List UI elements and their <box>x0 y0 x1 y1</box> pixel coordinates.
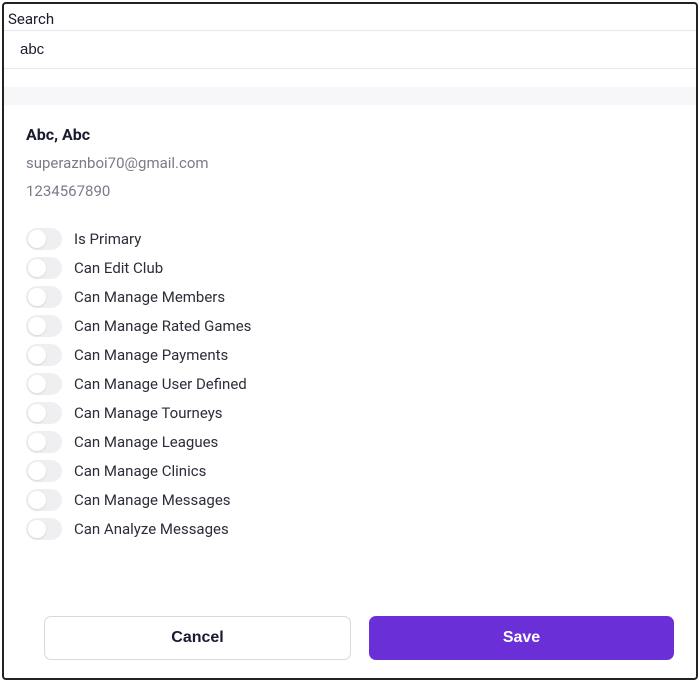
permission-row: Can Manage Members <box>26 286 674 308</box>
permissions-list: Is Primary Can Edit Club Can Manage Memb… <box>26 228 674 540</box>
detail-section: Abc, Abc superaznboi70@gmail.com 1234567… <box>4 105 696 606</box>
toggle-knob <box>28 462 46 480</box>
user-phone: 1234567890 <box>26 182 674 200</box>
toggle-can-edit-club[interactable] <box>26 257 62 279</box>
permission-label: Can Edit Club <box>74 259 163 277</box>
permission-label: Is Primary <box>74 230 141 248</box>
permission-row: Can Edit Club <box>26 257 674 279</box>
toggle-knob <box>28 346 46 364</box>
toggle-knob <box>28 404 46 422</box>
toggle-knob <box>28 491 46 509</box>
permission-row: Can Manage Clinics <box>26 460 674 482</box>
save-button[interactable]: Save <box>369 616 674 660</box>
permission-label: Can Manage Rated Games <box>74 317 251 335</box>
permission-label: Can Analyze Messages <box>74 520 229 538</box>
toggle-knob <box>28 375 46 393</box>
toggle-knob <box>28 433 46 451</box>
button-row: Cancel Save <box>4 606 696 678</box>
search-input[interactable] <box>4 30 696 69</box>
toggle-knob <box>28 317 46 335</box>
cancel-button[interactable]: Cancel <box>44 616 351 660</box>
divider-bar <box>4 87 696 105</box>
toggle-can-manage-messages[interactable] <box>26 489 62 511</box>
toggle-is-primary[interactable] <box>26 228 62 250</box>
toggle-knob <box>28 520 46 538</box>
permission-row: Can Analyze Messages <box>26 518 674 540</box>
permission-row: Can Manage Messages <box>26 489 674 511</box>
permission-label: Can Manage Tourneys <box>74 404 223 422</box>
dialog-container: Search Abc, Abc superaznboi70@gmail.com … <box>2 2 698 680</box>
user-name: Abc, Abc <box>26 125 674 144</box>
toggle-can-manage-members[interactable] <box>26 286 62 308</box>
permission-label: Can Manage User Defined <box>74 375 247 393</box>
toggle-can-manage-leagues[interactable] <box>26 431 62 453</box>
toggle-can-manage-payments[interactable] <box>26 344 62 366</box>
toggle-knob <box>28 259 46 277</box>
permission-row: Can Manage User Defined <box>26 373 674 395</box>
search-label: Search <box>4 4 696 30</box>
toggle-can-manage-rated-games[interactable] <box>26 315 62 337</box>
permission-row: Is Primary <box>26 228 674 250</box>
permission-label: Can Manage Messages <box>74 491 231 509</box>
permission-row: Can Manage Rated Games <box>26 315 674 337</box>
permission-label: Can Manage Members <box>74 288 225 306</box>
toggle-can-manage-tourneys[interactable] <box>26 402 62 424</box>
permission-row: Can Manage Tourneys <box>26 402 674 424</box>
search-section: Search <box>4 4 696 69</box>
toggle-knob <box>28 230 46 248</box>
permission-row: Can Manage Payments <box>26 344 674 366</box>
toggle-can-analyze-messages[interactable] <box>26 518 62 540</box>
user-email: superaznboi70@gmail.com <box>26 154 674 172</box>
toggle-can-manage-user-defined[interactable] <box>26 373 62 395</box>
toggle-knob <box>28 288 46 306</box>
permission-row: Can Manage Leagues <box>26 431 674 453</box>
toggle-can-manage-clinics[interactable] <box>26 460 62 482</box>
permission-label: Can Manage Payments <box>74 346 228 364</box>
permission-label: Can Manage Leagues <box>74 433 218 451</box>
permission-label: Can Manage Clinics <box>74 462 206 480</box>
